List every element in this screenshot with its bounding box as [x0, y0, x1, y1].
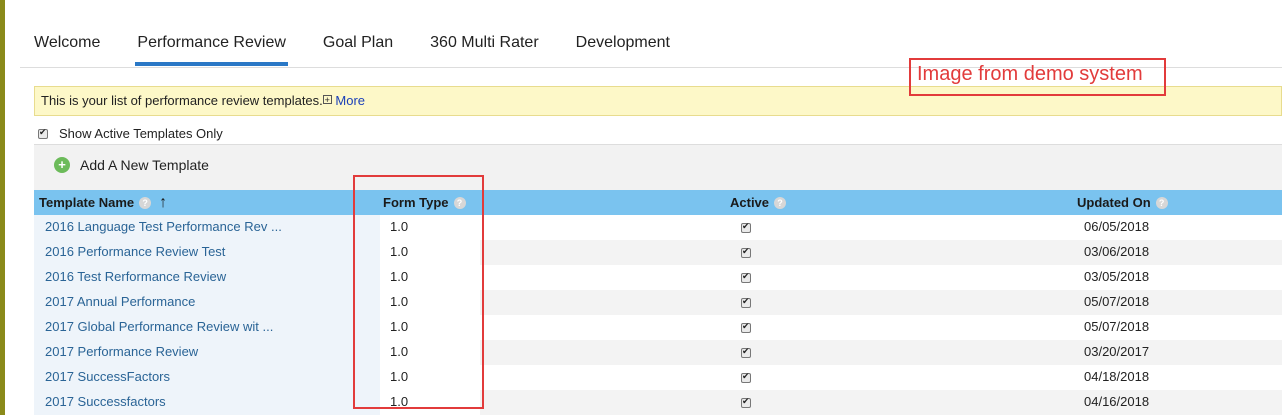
show-active-label: Show Active Templates Only: [59, 126, 223, 141]
left-edge-bar: [0, 0, 5, 415]
show-active-filter: Show Active Templates Only: [38, 126, 223, 141]
show-active-checkbox[interactable]: [38, 127, 48, 139]
table-row: 2017 Global Performance Review wit ... 1…: [34, 315, 1282, 340]
tab-welcome[interactable]: Welcome: [34, 22, 100, 68]
updated-on-value: 03/20/2017: [1084, 344, 1150, 359]
table-row: 2017 Successfactors 1.0 04/16/2018: [34, 390, 1282, 415]
updated-on-value: 04/16/2018: [1084, 394, 1150, 409]
active-checkbox[interactable]: [741, 221, 751, 233]
template-name-link[interactable]: 2017 Annual Performance: [45, 294, 195, 309]
header-template-name[interactable]: Template Name ? ↑: [39, 194, 167, 210]
template-name-link[interactable]: 2017 Global Performance Review wit ...: [45, 319, 273, 334]
active-checkbox[interactable]: [741, 396, 751, 408]
updated-on-value: 06/05/2018: [1084, 219, 1150, 234]
templates-table: Template Name ? ↑ Form Type ? Active ? U…: [34, 190, 1282, 415]
template-name-link[interactable]: 2017 Performance Review: [45, 344, 198, 359]
active-checkbox[interactable]: [741, 371, 751, 383]
tab-development[interactable]: Development: [576, 22, 670, 68]
updated-on-value: 05/07/2018: [1084, 294, 1150, 309]
template-name-link[interactable]: 2016 Performance Review Test: [45, 244, 225, 259]
template-name-link[interactable]: 2017 SuccessFactors: [45, 369, 170, 384]
table-row: 2016 Test Rerformance Review 1.0 03/05/2…: [34, 265, 1282, 290]
table-row: 2017 Performance Review 1.0 03/20/2017: [34, 340, 1282, 365]
sort-ascending-icon[interactable]: ↑: [159, 194, 167, 210]
active-checkbox[interactable]: [741, 296, 751, 308]
active-checkbox[interactable]: [741, 246, 751, 258]
tab-performance-review[interactable]: Performance Review: [135, 22, 288, 68]
active-checkbox[interactable]: [741, 321, 751, 333]
header-active[interactable]: Active ?: [730, 195, 787, 210]
updated-on-value: 04/18/2018: [1084, 369, 1150, 384]
table-row: 2017 SuccessFactors 1.0 04/18/2018: [34, 365, 1282, 390]
green-plus-circle-icon: +: [54, 157, 70, 173]
updated-on-value: 03/05/2018: [1084, 269, 1150, 284]
help-icon[interactable]: ?: [139, 196, 152, 209]
active-checkbox[interactable]: [741, 271, 751, 283]
header-active-label: Active: [730, 195, 770, 210]
help-icon[interactable]: ?: [1155, 196, 1168, 209]
table-row: 2016 Performance Review Test 1.0 03/06/2…: [34, 240, 1282, 265]
add-template-label: Add A New Template: [80, 157, 209, 173]
header-template-name-label: Template Name: [39, 195, 135, 210]
template-name-link[interactable]: 2016 Test Rerformance Review: [45, 269, 226, 284]
help-icon[interactable]: ?: [774, 196, 787, 209]
updated-on-value: 05/07/2018: [1084, 319, 1150, 334]
header-updated-on-label: Updated On: [1077, 195, 1151, 210]
template-name-link[interactable]: 2017 Successfactors: [45, 394, 166, 409]
more-link[interactable]: More: [335, 93, 365, 108]
add-template-button[interactable]: + Add A New Template: [54, 157, 209, 173]
updated-on-value: 03/06/2018: [1084, 244, 1150, 259]
tab-bar: Welcome Performance Review Goal Plan 360…: [34, 22, 707, 68]
tab-goal-plan[interactable]: Goal Plan: [323, 22, 393, 68]
table-row: 2016 Language Test Performance Rev ... 1…: [34, 215, 1282, 240]
annotation-box-form-type: [353, 175, 484, 409]
template-name-link[interactable]: 2016 Language Test Performance Rev ...: [45, 219, 282, 234]
active-checkbox[interactable]: [741, 346, 751, 358]
toolbar: + Add A New Template: [34, 144, 1282, 190]
plus-box-icon[interactable]: +: [322, 95, 332, 105]
info-text: This is your list of performance review …: [41, 93, 323, 108]
tab-360-multi-rater[interactable]: 360 Multi Rater: [430, 22, 539, 68]
table-header: Template Name ? ↑ Form Type ? Active ? U…: [34, 190, 1282, 215]
annotation-text: Image from demo system: [917, 63, 1143, 85]
header-updated-on[interactable]: Updated On ?: [1077, 195, 1168, 210]
table-row: 2017 Annual Performance 1.0 05/07/2018: [34, 290, 1282, 315]
